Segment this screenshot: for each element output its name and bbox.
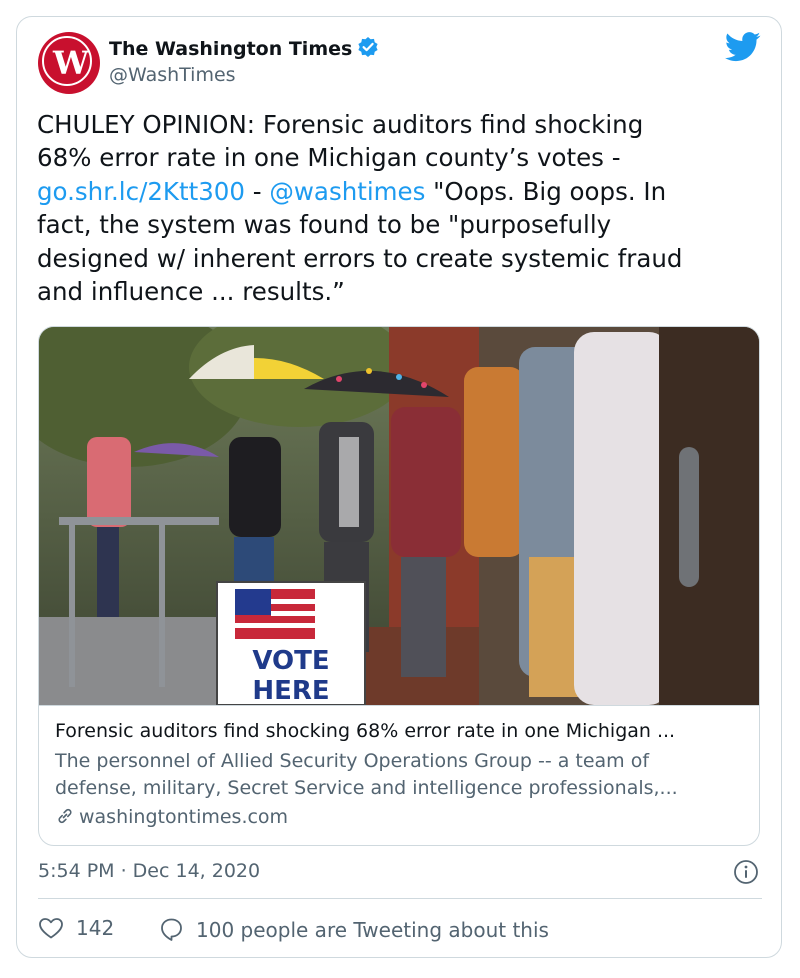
account-handle[interactable]: @WashTimes — [109, 64, 236, 86]
tweet-text-line: 68% error rate in one Michigan county’s … — [37, 141, 762, 174]
tweet-text-line: fact, the system was found to be "purpos… — [37, 208, 762, 241]
tweet-text-line: designed w/ inherent errors to create sy… — [37, 242, 762, 275]
tweet-link[interactable]: @washtimes — [269, 177, 425, 206]
link-card-description: The personnel of Allied Security Operati… — [55, 748, 745, 802]
tweet-text-segment: CHULEY OPINION: Forensic auditors find s… — [37, 110, 644, 139]
link-card-description-line: defense, military, Secret Service and in… — [55, 777, 678, 799]
heart-icon — [38, 916, 76, 940]
tweet-text-segment: and influence ... results.” — [37, 277, 345, 307]
speech-bubble-icon — [158, 918, 196, 942]
tweet-text-line: CHULEY OPINION: Forensic auditors find s… — [37, 108, 762, 141]
tweet-text-segment: "Oops. Big oops. In — [425, 176, 667, 206]
conversation-text: 100 people are Tweeting about this — [196, 918, 549, 942]
avatar-monogram: W — [53, 44, 89, 82]
tweet-text-line: and influence ... results.” — [37, 275, 762, 308]
link-card[interactable]: VOTE HERE Forensic auditors find shockin… — [38, 326, 760, 846]
sign-text-vote: VOTE — [252, 646, 329, 676]
tweet-link[interactable]: go.shr.lc/2Ktt300 — [37, 177, 245, 206]
link-card-description-line: The personnel of Allied Security Operati… — [55, 750, 650, 772]
twitter-bird-icon[interactable] — [724, 32, 761, 66]
tweet-text-segment: fact, the system was found to be "purpos… — [37, 210, 612, 240]
link-card-domain-row[interactable]: washingtontimes.com — [55, 806, 288, 828]
sign-text-here: HERE — [252, 676, 329, 705]
article-photo[interactable]: VOTE HERE — [39, 327, 760, 705]
like-count: 142 — [76, 916, 115, 940]
link-card-domain[interactable]: washingtontimes.com — [79, 806, 288, 828]
account-name[interactable]: The Washington Times — [109, 38, 352, 60]
verified-badge-icon — [357, 36, 379, 63]
tweet-text: CHULEY OPINION: Forensic auditors find s… — [37, 108, 762, 308]
avatar[interactable]: W — [38, 32, 100, 94]
link-icon — [55, 806, 79, 828]
divider — [38, 898, 762, 899]
tweet-timestamp[interactable]: 5:54 PM · Dec 14, 2020 — [38, 860, 260, 882]
link-card-title[interactable]: Forensic auditors find shocking 68% erro… — [55, 720, 675, 742]
conversation-button[interactable]: 100 people are Tweeting about this — [158, 916, 549, 942]
tweet-text-segment: - — [244, 176, 270, 206]
tweet-text-segment: 68% error rate in one Michigan county’s … — [37, 143, 621, 173]
tweet-text-line: go.shr.lc/2Ktt300 - @washtimes "Oops. Bi… — [37, 175, 762, 208]
tweet-text-segment: designed w/ inherent errors to create sy… — [37, 243, 683, 273]
like-button[interactable]: 142 — [38, 916, 114, 940]
info-icon[interactable] — [733, 859, 759, 889]
account-name-row[interactable]: The Washington Times — [109, 36, 379, 63]
link-card-meta[interactable]: Forensic auditors find shocking 68% erro… — [39, 705, 759, 845]
